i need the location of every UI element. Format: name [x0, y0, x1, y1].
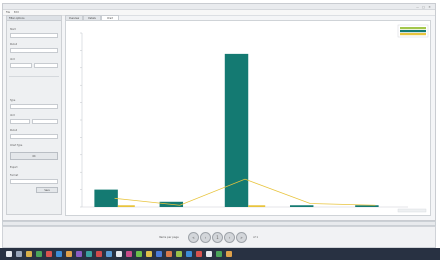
app-icon[interactable]: [216, 251, 222, 257]
minimize-button[interactable]: —: [415, 5, 420, 9]
mail-icon[interactable]: [46, 251, 52, 257]
prev-page-button[interactable]: ‹: [200, 232, 211, 243]
save-button[interactable]: Save: [36, 187, 58, 193]
start-icon[interactable]: [6, 251, 12, 257]
app-icon[interactable]: [136, 251, 142, 257]
pager-bar: Items per page « ‹ 1 › » of 1: [2, 226, 436, 248]
bar-series-0-0[interactable]: [94, 189, 118, 207]
app-icon[interactable]: [206, 251, 212, 257]
start-input[interactable]: [10, 33, 58, 38]
store-icon[interactable]: [56, 251, 62, 257]
app-icon[interactable]: [76, 251, 82, 257]
legend-swatch-0: [400, 27, 426, 30]
page-number-button[interactable]: 1: [212, 232, 223, 243]
bar-series-0-3[interactable]: [289, 205, 314, 207]
search-icon[interactable]: [16, 251, 22, 257]
chart-legend: [397, 24, 429, 38]
window-title: [173, 6, 263, 9]
app-icon[interactable]: [186, 251, 192, 257]
chrome-icon[interactable]: [36, 251, 42, 257]
first-page-button[interactable]: «: [188, 232, 199, 243]
filter-panel-header: Filter options: [7, 16, 61, 21]
menu-edit[interactable]: Edit: [14, 11, 19, 14]
unit-input[interactable]: [10, 63, 32, 68]
unit-input-2[interactable]: [10, 119, 30, 124]
next-page-button[interactable]: ›: [224, 232, 235, 243]
app-icon[interactable]: [106, 251, 112, 257]
apply-button[interactable]: OK: [10, 152, 58, 160]
app-icon[interactable]: [226, 251, 232, 257]
app-icon[interactable]: [116, 251, 122, 257]
filter-panel: Filter options Start Period Unit Type Un…: [6, 15, 62, 215]
unit-select-2[interactable]: [32, 119, 58, 124]
panel-divider: [9, 76, 59, 77]
maximize-button[interactable]: □: [421, 5, 426, 9]
export-label: Export: [10, 166, 18, 169]
unit-label: Unit: [10, 58, 15, 61]
bar-series-1-0[interactable]: [117, 205, 135, 207]
period-label: Period: [10, 43, 18, 46]
unit-select[interactable]: [34, 63, 58, 68]
bar-series-1-2[interactable]: [248, 205, 266, 207]
legend-swatch-2: [400, 33, 426, 36]
pager-right-label: of 1: [253, 236, 258, 239]
start-label: Start: [10, 28, 16, 31]
app-icon[interactable]: [146, 251, 152, 257]
bar-chart: [80, 24, 429, 213]
type-input[interactable]: [10, 104, 58, 109]
format-label: Format: [10, 174, 19, 177]
app-icon[interactable]: [176, 251, 182, 257]
taskbar: [0, 248, 440, 260]
type-label: Type: [10, 99, 16, 102]
explorer-icon[interactable]: [26, 251, 32, 257]
format-input[interactable]: [10, 179, 58, 184]
bar-series-0-2[interactable]: [224, 53, 249, 207]
pager-left-label: Items per page: [159, 236, 179, 239]
desktop-screen: — □ ✕ File Edit Filter options Start Per…: [0, 0, 440, 260]
menu-file[interactable]: File: [6, 11, 10, 14]
period-input-2[interactable]: [10, 134, 58, 139]
unit-label-2: Unit: [10, 114, 15, 117]
period-input[interactable]: [10, 48, 58, 53]
period-label-2: Period: [10, 129, 18, 132]
chart-area: [65, 20, 431, 216]
app-icon[interactable]: [96, 251, 102, 257]
app-icon[interactable]: [196, 251, 202, 257]
app-icon[interactable]: [86, 251, 92, 257]
app-icon[interactable]: [156, 251, 162, 257]
app-icon[interactable]: [66, 251, 72, 257]
app-icon[interactable]: [166, 251, 172, 257]
chart-footer-marker: [397, 208, 427, 213]
legend-swatch-1: [400, 30, 426, 33]
close-button[interactable]: ✕: [427, 5, 432, 9]
chart-type-label: Chart Type: [10, 144, 23, 147]
app-icon[interactable]: [126, 251, 132, 257]
last-page-button[interactable]: »: [236, 232, 247, 243]
